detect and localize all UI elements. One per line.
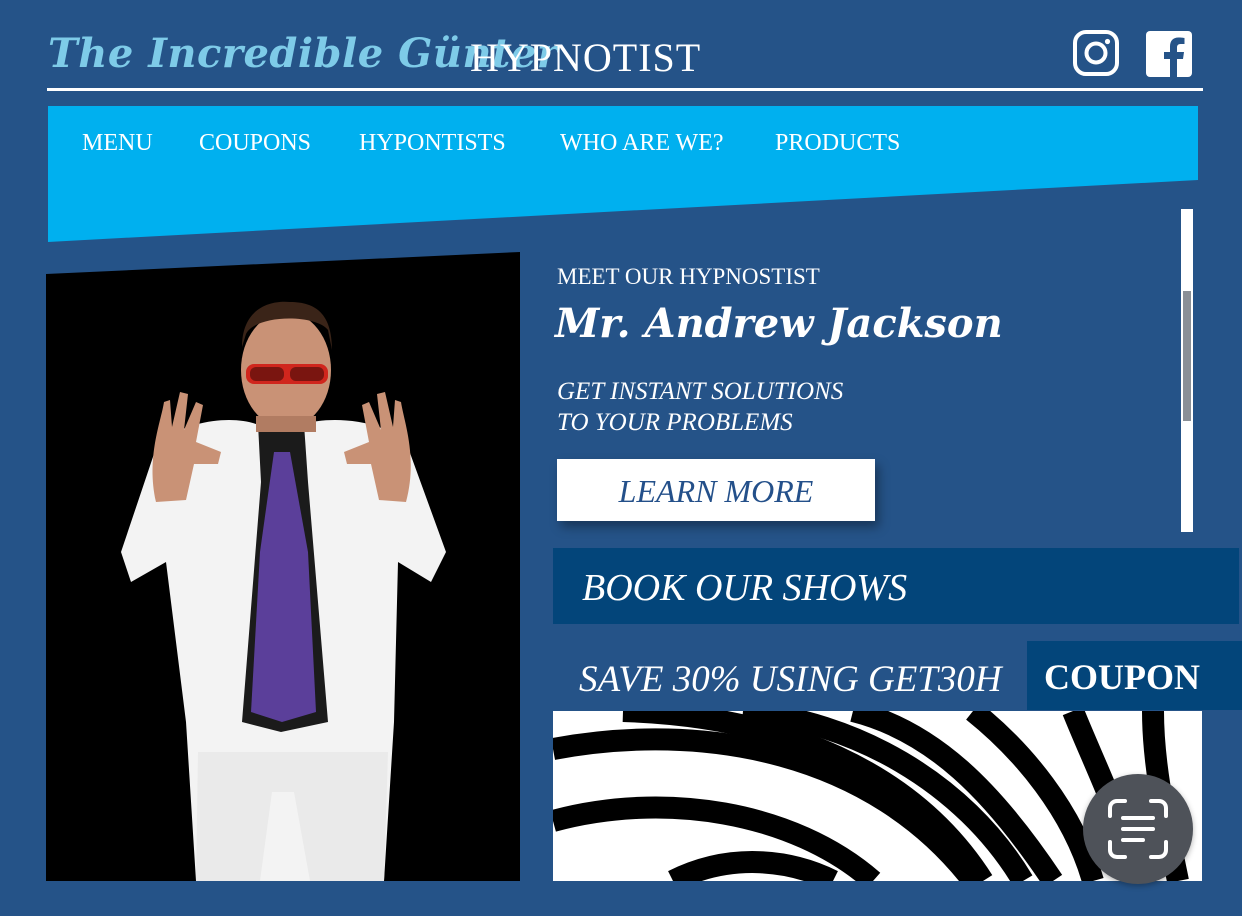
nav-band [48, 106, 1198, 246]
scrollbar-thumb[interactable] [1183, 291, 1191, 421]
hypnotist-photo [46, 252, 520, 881]
nav-item-menu[interactable]: MENU [82, 130, 153, 157]
nav-item-products[interactable]: PRODUCTS [775, 130, 900, 157]
text-scan-icon[interactable] [1083, 774, 1193, 884]
nav-item-who-are-we[interactable]: WHO ARE WE? [560, 130, 724, 157]
header-divider [47, 88, 1203, 91]
coupon-offer-text: SAVE 30% USING GET30H [579, 659, 1002, 700]
logo-word[interactable]: HYPNOTIST [470, 34, 701, 81]
hero-kicker: MEET OUR HYPNOSTIST [557, 264, 820, 289]
hero-tagline-line2: TO YOUR PROBLEMS [557, 409, 793, 436]
learn-more-button[interactable]: LEARN MORE [557, 459, 875, 521]
book-shows-title[interactable]: BOOK OUR SHOWS [582, 566, 907, 610]
coupon-label[interactable]: COUPON [1044, 656, 1200, 698]
hero-tagline-line1: GET INSTANT SOLUTIONS [557, 378, 844, 405]
nav-item-coupons[interactable]: COUPONS [199, 130, 311, 157]
instagram-icon[interactable] [1073, 30, 1119, 76]
hypnotist-name: Mr. Andrew Jackson [555, 300, 1003, 347]
facebook-icon[interactable] [1146, 31, 1192, 77]
nav-item-hypnotists[interactable]: HYPONTISTS [359, 130, 506, 157]
